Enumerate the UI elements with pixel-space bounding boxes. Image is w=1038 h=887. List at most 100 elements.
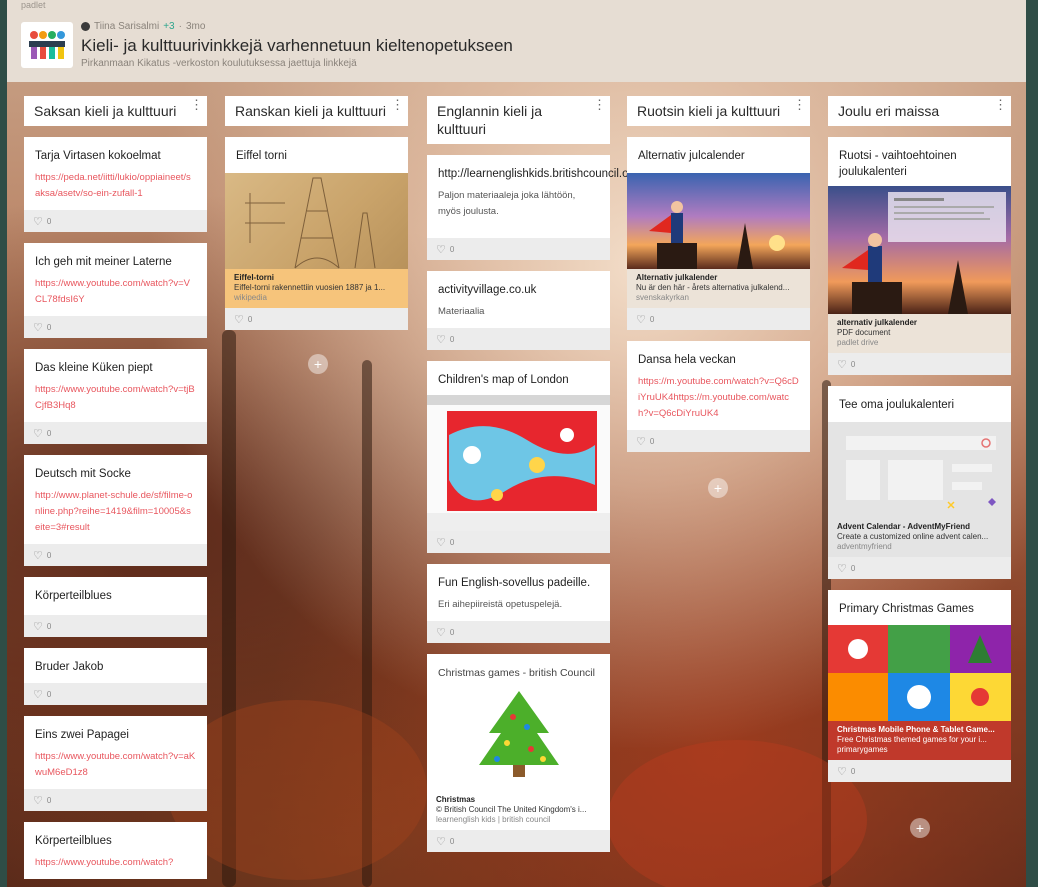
post-card[interactable]: Körperteilblues ♡ 0: [24, 577, 207, 637]
file-attachment[interactable]: alternativ julkalender PDF document padl…: [828, 314, 1011, 353]
post-card[interactable]: Alternativ julcalender Alternativ julkal…: [627, 137, 810, 330]
heart-icon[interactable]: ♡: [33, 427, 43, 440]
london-map-image[interactable]: [427, 395, 610, 531]
heart-icon[interactable]: ♡: [436, 536, 446, 549]
heart-icon[interactable]: ♡: [636, 435, 646, 448]
post-card[interactable]: Das kleine Küken piept https://www.youtu…: [24, 349, 207, 444]
post-footer: ♡ 0: [427, 328, 610, 350]
post-footer: ♡ 0: [24, 544, 207, 566]
attachment-description: © British Council The United Kingdom's i…: [436, 805, 587, 814]
post-title: Christmas games - british Council: [438, 667, 595, 679]
post-card[interactable]: Christmas games - british Council Christ…: [427, 654, 610, 852]
more-vert-icon[interactable]: ⋮: [793, 98, 806, 111]
column-ruotsin: Ruotsin kieli ja kulttuuri ⋮ Alternativ …: [627, 96, 810, 463]
attachment-description: Create a customized online advent calen.…: [837, 532, 989, 541]
attachment-title: alternativ julkalender: [837, 318, 918, 327]
advent-calendar-image[interactable]: [828, 422, 1011, 518]
post-card[interactable]: Children's map of London ♡ 0: [427, 361, 610, 553]
post-footer: ♡ 0: [427, 531, 610, 553]
plus-icon[interactable]: +: [910, 818, 930, 838]
link-attachment[interactable]: Alternativ julkalender Nu är den här - å…: [627, 269, 810, 308]
column-header: Englannin kieli ja kulttuuri ⋮: [427, 96, 610, 144]
heart-icon[interactable]: ♡: [837, 562, 847, 575]
post-footer: ♡ 0: [828, 353, 1011, 375]
post-card[interactable]: Eiffel torni Eiffel-torni Eiffel-torni r…: [225, 137, 408, 330]
julkalender-image[interactable]: [627, 173, 810, 269]
heart-icon[interactable]: ♡: [33, 620, 43, 633]
heart-icon[interactable]: ♡: [436, 333, 446, 346]
post-link[interactable]: https://www.youtube.com/watch?: [24, 853, 207, 879]
heart-icon[interactable]: ♡: [837, 765, 847, 778]
post-card[interactable]: Fun English-sovellus padeille. Eri aihep…: [427, 564, 610, 643]
heart-icon[interactable]: ♡: [234, 313, 244, 326]
more-vert-icon[interactable]: ⋮: [190, 98, 203, 111]
post-link[interactable]: https://peda.net/iitti/lukio/oppiaineet/…: [24, 168, 207, 210]
post-card[interactable]: Primary Christmas Games Christmas Mobile…: [828, 590, 1011, 782]
more-vert-icon[interactable]: ⋮: [391, 98, 404, 111]
post-title: Eiffel torni: [236, 150, 287, 162]
post-footer: ♡ 0: [24, 615, 207, 637]
child-hero-icon: [649, 201, 785, 269]
heart-icon[interactable]: ♡: [636, 313, 646, 326]
post-card[interactable]: http://learnenglishkids.britishcouncil.o…: [427, 155, 655, 260]
post-link[interactable]: https://www.youtube.com/watch?v=tjBCjfB3…: [24, 380, 207, 422]
heart-icon[interactable]: ♡: [33, 549, 43, 562]
map-icon: [427, 405, 610, 531]
heart-icon[interactable]: ♡: [436, 626, 446, 639]
link-attachment[interactable]: Advent Calendar - AdventMyFriend Create …: [828, 518, 1011, 557]
eiffel-sketch-image[interactable]: [225, 173, 408, 269]
post-title[interactable]: http://learnenglishkids.britishcouncil.o…: [427, 155, 655, 186]
attachment-source: adventmyfriend: [837, 542, 892, 551]
attachment-source: wikipedia: [234, 293, 267, 302]
games-collage-icon: [828, 625, 1011, 721]
column-header: Saksan kieli ja kulttuuri ⋮: [24, 96, 207, 126]
author-avatar[interactable]: [81, 22, 90, 31]
plus-icon[interactable]: +: [308, 354, 328, 374]
author-name[interactable]: Tiina Sarisalmi: [94, 21, 159, 32]
post-link[interactable]: https://www.youtube.com/watch?v=VCL78fds…: [24, 274, 207, 316]
link-attachment[interactable]: Christmas © British Council The United K…: [427, 791, 610, 830]
post-card[interactable]: Dansa hela veckan https://m.youtube.com/…: [627, 341, 810, 452]
post-footer: ♡ 0: [828, 557, 1011, 579]
column-title: Joulu eri maissa: [838, 103, 940, 119]
post-footer: ♡ 0: [627, 430, 810, 452]
post-card[interactable]: activityvillage.co.uk Materiaalia ♡ 0: [427, 271, 610, 350]
link-attachment[interactable]: Eiffel-torni Eiffel-torni rakennettiin v…: [225, 269, 408, 308]
heart-icon[interactable]: ♡: [33, 215, 43, 228]
post-card[interactable]: Tarja Virtasen kokoelmat https://peda.ne…: [24, 137, 207, 232]
post-card[interactable]: Ruotsi - vaihtoehtoinen joulukalenteri a…: [828, 137, 1011, 375]
post-card[interactable]: Ich geh mit meiner Laterne https://www.y…: [24, 243, 207, 338]
attachment-description: Nu är den här - årets alternativa julkal…: [636, 283, 790, 292]
post-card[interactable]: Deutsch mit Socke http://www.planet-schu…: [24, 455, 207, 566]
post-card[interactable]: Eins zwei Papagei https://www.youtube.co…: [24, 716, 207, 811]
heart-icon[interactable]: ♡: [436, 835, 446, 848]
attachment-title: Eiffel-torni: [234, 273, 274, 282]
like-count: 0: [649, 314, 655, 324]
like-count: 0: [850, 766, 856, 776]
pdf-preview-image[interactable]: [828, 186, 1011, 314]
calendar-preview-icon: [846, 436, 996, 509]
post-title: Das kleine Küken piept: [35, 362, 153, 374]
post-link[interactable]: https://m.youtube.com/watch?v=Q6cDiYruUK…: [627, 372, 810, 430]
heart-icon[interactable]: ♡: [33, 321, 43, 334]
christmas-games-image[interactable]: [828, 625, 1011, 721]
christmas-tree-icon: [479, 691, 559, 777]
more-vert-icon[interactable]: ⋮: [994, 98, 1007, 111]
contributors-count[interactable]: +3: [163, 21, 174, 32]
post-card[interactable]: Bruder Jakob ♡ 0: [24, 648, 207, 705]
post-title: Ruotsi - vaihtoehtoinen joulukalenteri: [839, 150, 957, 178]
heart-icon[interactable]: ♡: [33, 794, 43, 807]
post-link[interactable]: https://www.youtube.com/watch?v=aKwuM6eD…: [24, 747, 207, 789]
post-card[interactable]: Körperteilblues https://www.youtube.com/…: [24, 822, 207, 879]
heart-icon[interactable]: ♡: [436, 243, 446, 256]
post-card[interactable]: Tee oma joulukalenteri Advent Calendar -…: [828, 386, 1011, 579]
post-body: Eri aihepiireistä opetuspelejä.: [438, 599, 563, 610]
like-count: 0: [46, 795, 52, 805]
heart-icon[interactable]: ♡: [837, 358, 847, 371]
post-link[interactable]: http://www.planet-schule.de/sf/filme-onl…: [24, 486, 207, 544]
link-attachment[interactable]: Christmas Mobile Phone & Tablet Game... …: [828, 721, 1011, 760]
heart-icon[interactable]: ♡: [33, 688, 43, 701]
christmas-tree-image[interactable]: [427, 687, 610, 791]
plus-icon[interactable]: +: [708, 478, 728, 498]
more-vert-icon[interactable]: ⋮: [593, 98, 606, 111]
